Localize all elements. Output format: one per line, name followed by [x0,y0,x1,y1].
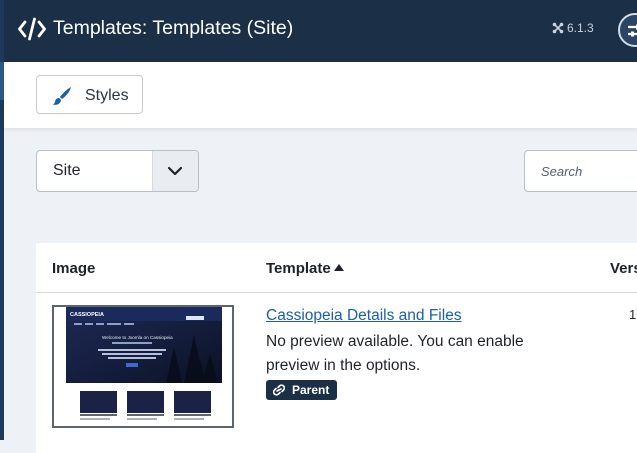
menu-toggle-button[interactable] [618,13,637,47]
column-header-template[interactable]: Template [266,260,344,277]
parent-badge: Parent [266,380,338,400]
thumbnail-brand: CASSIOPEIA [70,312,104,318]
parent-badge-label: Parent [292,383,330,397]
toolbar: Styles [4,62,637,128]
joomla-version: 6.1.3 [567,21,594,35]
link-icon [272,384,286,396]
client-select-value: Site [53,162,81,179]
client-select-toggle[interactable] [152,151,198,191]
template-thumbnail[interactable]: CASSIOPEIA Welcome to Joomla on Cassiope… [52,305,234,428]
sliders-icon [628,24,637,37]
styles-button-label: Styles [85,87,129,104]
styles-button[interactable]: Styles [36,75,143,114]
template-preview-note: No preview available. You can enable pre… [266,333,524,374]
header-bar: Templates: Templates (Site) 6.1.3 [4,0,637,62]
template-version: 1 [629,307,637,322]
paint-brush-icon [52,87,71,105]
thumbnail-hero-text: Welcome to Joomla on Cassiopeia [102,335,173,340]
column-header-image: Image [52,260,96,277]
templates-table: Image Template Vers CASSIOPEIA Welcome t… [36,243,637,453]
search-input[interactable] [524,150,637,192]
client-select[interactable]: Site [36,150,199,192]
template-details-link[interactable]: Cassiopeia Details and Files [266,307,462,325]
page-title: Templates: Templates (Site) [53,17,294,39]
code-icon [18,17,46,41]
chevron-down-icon [167,166,183,176]
column-header-template-label: Template [266,260,331,277]
sort-asc-icon [333,264,344,272]
header-divider [36,292,637,293]
joomla-icon [552,22,564,34]
column-header-version: Vers [610,260,637,277]
thumbnail-image: CASSIOPEIA Welcome to Joomla on Cassiope… [54,307,232,426]
